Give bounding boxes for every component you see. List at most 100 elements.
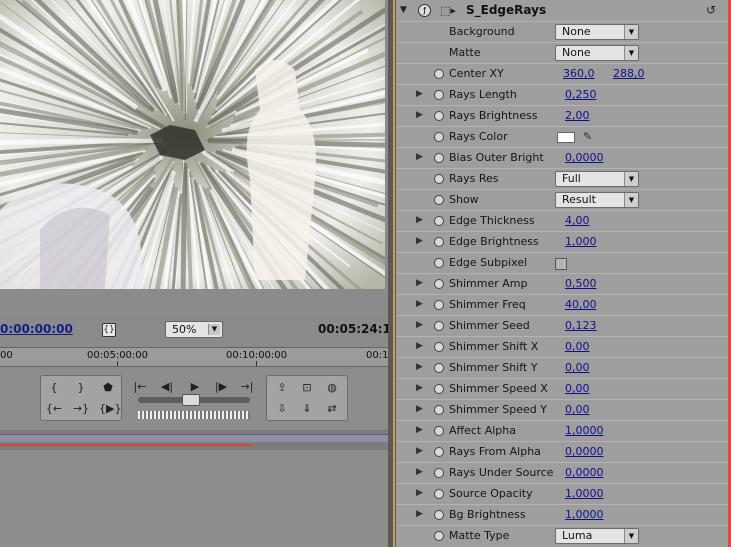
twirl-right-icon[interactable]: ▶ xyxy=(416,236,423,246)
stopwatch-icon[interactable] xyxy=(434,132,444,142)
insert-icon[interactable]: ⇩ xyxy=(273,401,291,417)
stopwatch-icon[interactable] xyxy=(434,111,444,121)
param-value[interactable]: 0,00 xyxy=(565,361,590,374)
stopwatch-icon[interactable] xyxy=(434,426,444,436)
stopwatch-icon[interactable] xyxy=(434,531,444,541)
color-swatch[interactable] xyxy=(557,132,575,143)
step-back-to-start-icon[interactable]: |← xyxy=(131,379,149,395)
eyedropper-icon[interactable]: ✎ xyxy=(583,130,592,143)
param-select[interactable]: Full ▼ xyxy=(555,171,639,187)
twirl-right-icon[interactable]: ▶ xyxy=(416,467,423,477)
twirl-right-icon[interactable]: ▶ xyxy=(416,89,423,99)
output-icon[interactable]: ◍ xyxy=(323,380,341,396)
param-select[interactable]: Result ▼ xyxy=(555,192,639,208)
set-marker-icon[interactable]: ⬟ xyxy=(99,380,117,396)
zoom-select[interactable]: 50% ▼ xyxy=(165,321,223,338)
param-value[interactable]: 0,00 xyxy=(565,340,590,353)
step-forward-to-end-icon[interactable]: →| xyxy=(238,379,256,395)
param-select[interactable]: None ▼ xyxy=(555,45,639,61)
stopwatch-icon[interactable] xyxy=(434,279,444,289)
mark-in-icon[interactable]: { xyxy=(45,380,63,396)
go-to-in-icon[interactable]: {← xyxy=(45,401,63,417)
param-value[interactable]: 0,500 xyxy=(565,277,597,290)
stopwatch-icon[interactable] xyxy=(434,510,444,520)
stopwatch-icon[interactable] xyxy=(434,69,444,79)
twirl-right-icon[interactable]: ▶ xyxy=(416,509,423,519)
stopwatch-icon[interactable] xyxy=(434,405,444,415)
param-value[interactable]: 1,000 xyxy=(565,235,597,248)
stopwatch-icon[interactable] xyxy=(434,447,444,457)
stopwatch-icon[interactable] xyxy=(434,258,444,268)
reset-icon[interactable]: ↺ xyxy=(706,3,716,17)
param-select[interactable]: Luma ▼ xyxy=(555,528,639,544)
monitor-bottom xyxy=(0,450,390,547)
current-timecode[interactable]: 0:00:00:00 xyxy=(0,322,73,336)
stopwatch-icon[interactable] xyxy=(434,300,444,310)
stopwatch-icon[interactable] xyxy=(434,363,444,373)
stopwatch-icon[interactable] xyxy=(434,153,444,163)
twirl-right-icon[interactable]: ▶ xyxy=(416,488,423,498)
jog-slider[interactable] xyxy=(138,394,250,406)
stopwatch-icon[interactable] xyxy=(434,216,444,226)
param-value[interactable]: 0,0000 xyxy=(565,445,604,458)
param-value[interactable]: 0,123 xyxy=(565,319,597,332)
param-select[interactable]: None ▼ xyxy=(555,24,639,40)
twirl-right-icon[interactable]: ▶ xyxy=(416,404,423,414)
step-forward-icon[interactable]: |▶ xyxy=(212,379,230,395)
export-frame-icon[interactable]: ⇄ xyxy=(323,401,341,417)
param-value[interactable]: 0,250 xyxy=(565,88,597,101)
param-value-y[interactable]: 288,0 xyxy=(613,67,645,80)
stopwatch-icon[interactable] xyxy=(434,174,444,184)
param-value[interactable]: 1,0000 xyxy=(565,487,604,500)
param-value[interactable]: 0,0000 xyxy=(565,466,604,479)
time-ruler[interactable]: 00 00:05:00:00 00:10:00:00 00:1 xyxy=(0,347,390,367)
param-value[interactable]: 0,0000 xyxy=(565,151,604,164)
param-value[interactable]: 1,0000 xyxy=(565,424,604,437)
twirl-right-icon[interactable]: ▶ xyxy=(416,215,423,225)
panel-divider[interactable] xyxy=(388,0,396,547)
step-back-icon[interactable]: ◀| xyxy=(158,379,176,395)
param-label: Bias Outer Bright xyxy=(449,151,544,164)
stopwatch-icon[interactable] xyxy=(434,195,444,205)
param-value[interactable]: 4,00 xyxy=(565,214,590,227)
twirl-right-icon[interactable]: ▶ xyxy=(416,383,423,393)
safe-margins-icon[interactable]: ⊡ xyxy=(298,380,316,396)
fx-toggle-icon[interactable]: ƒ xyxy=(418,4,431,17)
stopwatch-icon[interactable] xyxy=(434,384,444,394)
play-icon[interactable]: ▶ xyxy=(186,379,204,395)
twirl-right-icon[interactable]: ▶ xyxy=(416,362,423,372)
stopwatch-icon[interactable] xyxy=(434,489,444,499)
twirl-right-icon[interactable]: ▶ xyxy=(416,152,423,162)
param-checkbox[interactable] xyxy=(555,258,567,270)
shuttle-bar[interactable] xyxy=(138,411,250,419)
stopwatch-icon[interactable] xyxy=(434,321,444,331)
param-value-x[interactable]: 360,0 xyxy=(563,67,595,80)
twirl-right-icon[interactable]: ▶ xyxy=(416,299,423,309)
overlay-icon[interactable]: ⇓ xyxy=(298,401,316,417)
mini-timeline[interactable] xyxy=(0,430,390,450)
param-value[interactable]: 1,0000 xyxy=(565,508,604,521)
twirl-down-icon[interactable]: ▼ xyxy=(400,5,407,15)
param-label: Shimmer Amp xyxy=(449,277,528,290)
stopwatch-icon[interactable] xyxy=(434,237,444,247)
stopwatch-icon[interactable] xyxy=(434,90,444,100)
play-in-to-out-icon[interactable]: {▶} xyxy=(99,401,121,417)
bracket-icon[interactable]: {} xyxy=(102,323,116,337)
twirl-right-icon[interactable]: ▶ xyxy=(416,446,423,456)
twirl-right-icon[interactable]: ▶ xyxy=(416,341,423,351)
stopwatch-icon[interactable] xyxy=(434,342,444,352)
param-value[interactable]: 40,00 xyxy=(565,298,597,311)
twirl-right-icon[interactable]: ▶ xyxy=(416,110,423,120)
twirl-right-icon[interactable]: ▶ xyxy=(416,320,423,330)
mark-out-icon[interactable]: } xyxy=(72,380,90,396)
jog-thumb[interactable] xyxy=(182,394,200,406)
video-preview[interactable] xyxy=(0,0,385,289)
stopwatch-icon[interactable] xyxy=(434,468,444,478)
twirl-right-icon[interactable]: ▶ xyxy=(416,278,423,288)
param-value[interactable]: 2,00 xyxy=(565,109,590,122)
twirl-right-icon[interactable]: ▶ xyxy=(416,425,423,435)
go-to-out-icon[interactable]: →} xyxy=(72,401,90,417)
lift-icon[interactable]: ⇪ xyxy=(273,380,291,396)
param-value[interactable]: 0,00 xyxy=(565,403,590,416)
param-value[interactable]: 0,00 xyxy=(565,382,590,395)
